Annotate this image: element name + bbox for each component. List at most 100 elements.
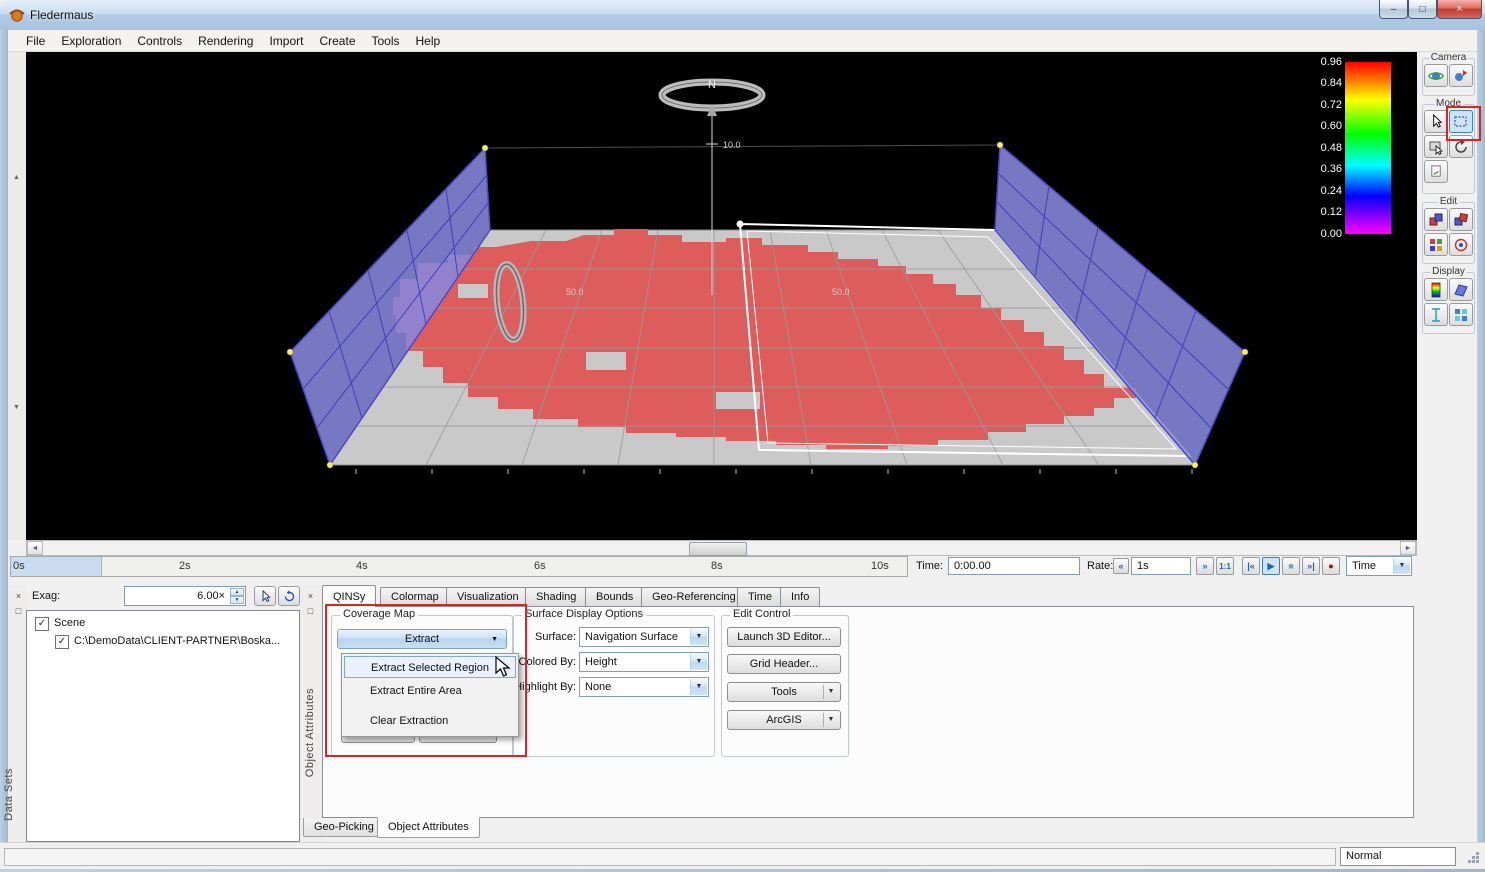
menu-file[interactable]: File	[18, 31, 53, 51]
tab-info[interactable]: Info	[780, 587, 820, 606]
record-button[interactable]: ●	[1322, 557, 1340, 575]
select-area-mode-button[interactable]	[1424, 135, 1448, 158]
edit-palette-button[interactable]	[1424, 233, 1448, 256]
exag-spin-down-icon[interactable]: ▼	[230, 596, 244, 604]
check-icon: ✓	[58, 636, 66, 647]
explore-mode-button[interactable]	[1424, 110, 1448, 133]
menu-exploration[interactable]: Exploration	[53, 31, 129, 51]
plane-mode-button[interactable]	[1424, 160, 1448, 183]
record-icon: ●	[1328, 561, 1333, 571]
menu-controls[interactable]: Controls	[129, 31, 190, 51]
menu-tools[interactable]: Tools	[364, 31, 408, 51]
viewport-hscrollbar[interactable]: ◄ ►	[26, 540, 1417, 556]
menu-import[interactable]: Import	[261, 31, 311, 51]
window-title: Fledermaus	[30, 8, 93, 22]
tab-qinsy[interactable]: QINSy	[322, 585, 376, 607]
fast-forward-button[interactable]: »	[1196, 557, 1214, 575]
tab-object-attributes[interactable]: Object Attributes	[377, 817, 480, 838]
edit-points-button[interactable]	[1449, 208, 1473, 231]
tools-dropdown-button[interactable]: Tools ▼	[727, 682, 841, 702]
menu-item-extract-selected-region[interactable]: Extract Selected Region	[344, 656, 516, 678]
menu-help[interactable]: Help	[408, 31, 449, 51]
launch-3d-editor-label: Launch 3D Editor...	[737, 631, 831, 643]
surface-select[interactable]: Navigation Surface ▼	[579, 627, 709, 647]
datasets-strip-label[interactable]: Data Sets	[3, 768, 15, 821]
exag-spinbox[interactable]: 6.00× ▲ ▼	[124, 586, 246, 606]
dropdown-arrow-icon: ▼	[823, 685, 838, 699]
rotate-mode-button[interactable]	[1449, 135, 1473, 158]
timeline-mode-select[interactable]: Time ▼	[1346, 556, 1412, 576]
arcgis-dropdown-button[interactable]: ArcGIS ▼	[727, 710, 841, 730]
scene-checkbox[interactable]: ✓	[35, 617, 49, 631]
cursor-tool-icon	[259, 590, 272, 603]
viewport-3d[interactable]: N 10.0 50.0 50.0 0.96 0.84 0.72 0.60 0.4…	[26, 52, 1417, 540]
timeline-ruler[interactable]: 0s 2s 4s 6s 8s 10s	[10, 556, 908, 577]
menu-item-clear-extraction[interactable]: Clear Extraction	[344, 710, 516, 732]
display-group-title: Display	[1430, 266, 1467, 277]
skip-start-button[interactable]: |«	[1242, 557, 1260, 575]
menu-create[interactable]: Create	[311, 31, 363, 51]
camera-pan-button[interactable]	[1449, 64, 1473, 87]
display-measure-button[interactable]	[1424, 303, 1448, 326]
extract-dropdown-button[interactable]: Extract ▼	[337, 629, 507, 649]
display-colormap-button[interactable]	[1424, 278, 1448, 301]
menu-rendering[interactable]: Rendering	[190, 31, 261, 51]
scene-3d[interactable]: N 10.0 50.0 50.0	[26, 52, 1417, 540]
minimize-button[interactable]: –	[1379, 0, 1408, 19]
tab-time[interactable]: Time	[737, 587, 783, 606]
launch-3d-editor-button[interactable]: Launch 3D Editor...	[727, 627, 841, 647]
scrollbar-thumb[interactable]	[689, 542, 747, 556]
status-mode-field[interactable]: Normal	[1340, 847, 1456, 866]
explore-tool-button[interactable]	[254, 586, 276, 606]
dataset-checkbox[interactable]: ✓	[55, 635, 69, 649]
scroll-right-button[interactable]: ►	[1400, 541, 1416, 555]
tab-shading[interactable]: Shading	[525, 587, 587, 606]
menu-item-extract-entire-area[interactable]: Extract Entire Area	[344, 680, 516, 702]
play-button[interactable]: ▶	[1262, 557, 1280, 575]
close-button[interactable]: ×	[1437, 0, 1482, 19]
colored-by-select[interactable]: Height ▼	[579, 652, 709, 672]
edit-surface-button[interactable]	[1424, 208, 1448, 231]
tab-visualization[interactable]: Visualization	[446, 587, 530, 606]
timeline-tick: 2s	[179, 560, 191, 572]
edit-target-button[interactable]	[1449, 233, 1473, 256]
ratio-button[interactable]: 1:1	[1216, 557, 1234, 575]
rate-label: Rate:	[1087, 560, 1113, 572]
grid-header-button[interactable]: Grid Header...	[727, 654, 841, 674]
dock-close-icon[interactable]: ×	[303, 588, 318, 603]
display-grid-button[interactable]	[1449, 303, 1473, 326]
dock-close-icon[interactable]: ×	[11, 588, 26, 603]
floor-label-right: 50.0	[832, 287, 850, 297]
dock-float-icon[interactable]: □	[11, 603, 26, 618]
maximize-button[interactable]: □	[1408, 0, 1437, 19]
camera-rotate-button[interactable]	[1424, 64, 1448, 87]
panel-collapse-up-icon[interactable]: ▲	[13, 174, 20, 181]
highlight-by-select[interactable]: None ▼	[579, 677, 709, 697]
time-field[interactable]: 0:00.00	[948, 557, 1080, 575]
display-surface-button[interactable]	[1449, 278, 1473, 301]
rate-field[interactable]: 1s	[1131, 557, 1191, 575]
undo-view-button[interactable]	[278, 586, 300, 606]
surface-value: Navigation Surface	[585, 631, 678, 643]
stop-button[interactable]: ■	[1282, 557, 1300, 575]
scroll-left-button[interactable]: ◄	[27, 541, 43, 555]
skip-end-button[interactable]: »|	[1302, 557, 1320, 575]
rate-rewind-button[interactable]: «	[1113, 558, 1129, 574]
panel-collapse-down-icon[interactable]: ▼	[13, 404, 20, 411]
tab-bounds[interactable]: Bounds	[585, 587, 644, 606]
tools-label: Tools	[771, 686, 797, 698]
titlebar[interactable]: Fledermaus – □ ×	[0, 0, 1485, 31]
resize-grip[interactable]	[1468, 860, 1471, 863]
dock-float-icon[interactable]: □	[303, 603, 318, 618]
surface-display-title: Surface Display Options	[522, 608, 646, 620]
exag-spin-up-icon[interactable]: ▲	[230, 588, 244, 596]
colorbar-label: 0.72	[1300, 99, 1342, 111]
scroll-right-icon: ►	[1405, 545, 1412, 552]
select-rectangle-mode-button[interactable]	[1449, 110, 1473, 133]
attributes-strip-label[interactable]: Object Attributes	[304, 688, 316, 777]
select-rectangle-icon	[1453, 114, 1469, 130]
tab-geo-referencing[interactable]: Geo-Referencing	[641, 587, 747, 606]
tab-geo-picking[interactable]: Geo-Picking	[303, 818, 385, 837]
dropdown-arrow-icon: ▼	[690, 629, 707, 645]
tab-colormap[interactable]: Colormap	[380, 587, 450, 606]
